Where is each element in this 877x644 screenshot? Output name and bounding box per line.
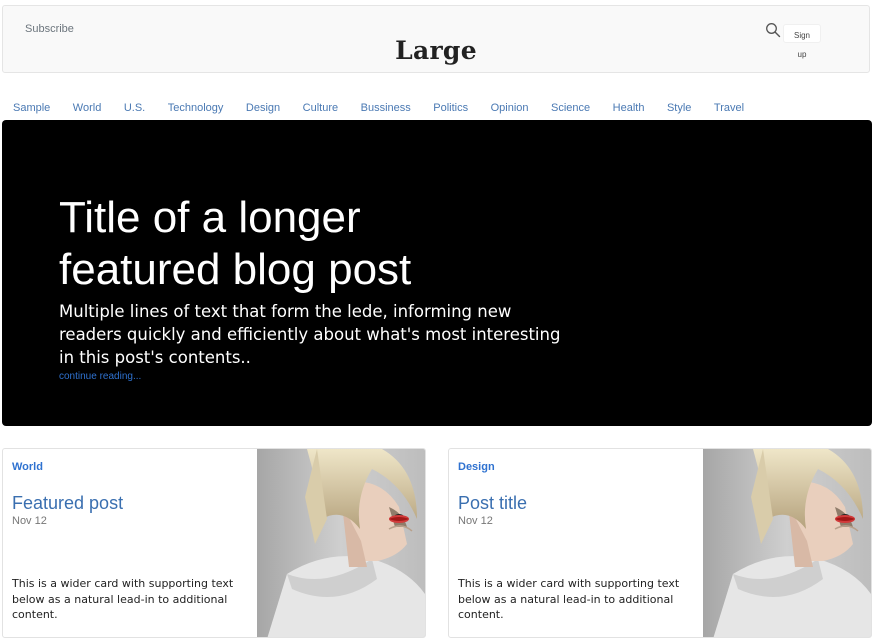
nav-item-technology[interactable]: Technology xyxy=(168,102,224,114)
site-header: Subscribe Large Sign up xyxy=(2,5,870,73)
nav-item-culture[interactable]: Culture xyxy=(303,102,338,114)
card-category: Design xyxy=(458,461,495,473)
hero-title: Title of a longer featured blog post xyxy=(59,193,412,294)
card-title-link[interactable]: Featured post xyxy=(12,493,123,514)
featured-hero: Title of a longer featured blog post Mul… xyxy=(2,120,872,426)
card-text: This is a wider card with supporting tex… xyxy=(12,577,234,621)
nav-item-health[interactable]: Health xyxy=(613,102,645,114)
nav-item-us[interactable]: U.S. xyxy=(124,102,145,114)
subscribe-link[interactable]: Subscribe xyxy=(25,23,74,35)
hero-lede: Multiple lines of text that form the led… xyxy=(59,302,561,367)
nav-item-business[interactable]: Bussiness xyxy=(361,102,411,114)
nav-item-world[interactable]: World xyxy=(73,102,102,114)
nav-item-opinion[interactable]: Opinion xyxy=(491,102,529,114)
sign-up-button[interactable]: Sign up xyxy=(783,24,821,59)
nav-item-style[interactable]: Style xyxy=(667,102,691,114)
featured-post-card: World Featured post Nov 12 This is a wid… xyxy=(2,448,426,638)
card-date: Nov 12 xyxy=(12,515,47,527)
continue-reading-link[interactable]: continue reading... xyxy=(59,371,141,382)
post-card: Design Post title Nov 12 This is a wider… xyxy=(448,448,872,638)
card-title-link[interactable]: Post title xyxy=(458,493,527,514)
nav-item-sample[interactable]: Sample xyxy=(13,102,50,114)
card-category: World xyxy=(12,461,43,473)
nav-item-science[interactable]: Science xyxy=(551,102,590,114)
card-thumbnail-image xyxy=(703,449,871,637)
nav-item-travel[interactable]: Travel xyxy=(714,102,744,114)
category-nav: Sample World U.S. Technology Design Cult… xyxy=(13,102,767,114)
search-icon[interactable] xyxy=(765,22,781,38)
card-text: This is a wider card with supporting tex… xyxy=(458,577,680,621)
nav-item-politics[interactable]: Politics xyxy=(433,102,468,114)
card-date: Nov 12 xyxy=(458,515,493,527)
nav-item-design[interactable]: Design xyxy=(246,102,280,114)
site-logo[interactable]: Large xyxy=(3,36,869,65)
card-thumbnail-image xyxy=(257,449,425,637)
